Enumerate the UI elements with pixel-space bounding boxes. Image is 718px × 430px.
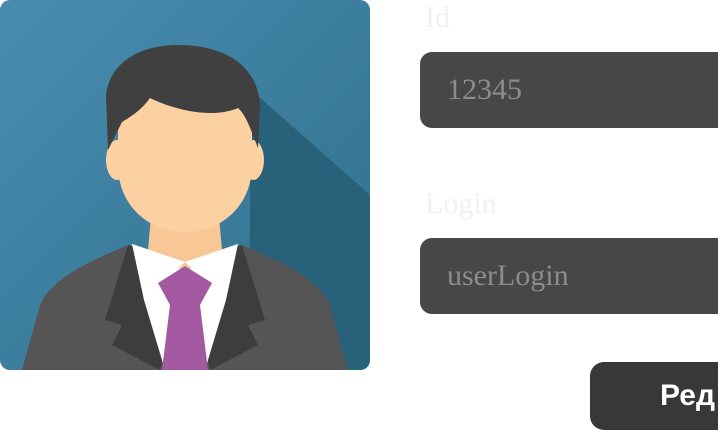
login-label: Login (425, 187, 497, 220)
profile-page: Id Login Ред (0, 0, 718, 430)
edit-button[interactable]: Ред (590, 362, 718, 430)
id-field[interactable] (420, 52, 718, 128)
id-label: Id (425, 1, 450, 34)
login-field[interactable] (420, 238, 718, 314)
avatar (0, 0, 370, 370)
user-businessman-icon (0, 0, 370, 370)
